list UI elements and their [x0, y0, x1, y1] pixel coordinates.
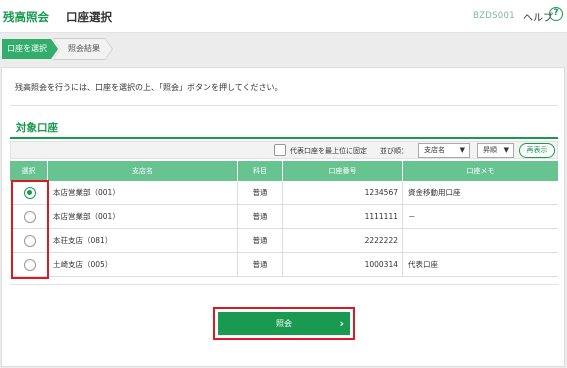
memo-cell: 代表口座	[408, 260, 438, 269]
app-header: 残高照会 口座選択 BZDS001 ヘルプ ?	[0, 0, 567, 33]
chevron-down-icon: ▼	[503, 146, 509, 154]
memo-cell: －	[408, 212, 416, 221]
number-cell: 1234567	[283, 181, 403, 204]
chevron-down-icon: ▼	[459, 146, 465, 154]
inquiry-button-label: 照会	[276, 319, 292, 328]
column-header-type: 科目	[238, 161, 283, 181]
redisplay-button[interactable]: 再表示	[519, 143, 555, 158]
type-cell: 普通	[238, 253, 283, 276]
column-header-select: 選択	[10, 161, 48, 181]
memo-cell	[403, 229, 558, 252]
column-header-memo: 口座メモ	[466, 167, 495, 175]
type-cell: 普通	[238, 205, 283, 228]
divider	[10, 284, 558, 285]
chevron-right-icon: ›	[339, 317, 344, 330]
radio-highlight-box	[11, 180, 49, 279]
section-title: 対象口座	[16, 122, 58, 134]
instruction-text: 残高照会を行うには、口座を選択の上、「照会」ボタンを押してください。	[15, 83, 283, 92]
branch-cell: 本店営業部（001）	[48, 181, 238, 204]
column-header-number: 口座番号	[283, 161, 403, 181]
branch-cell: 本荘支店（081）	[48, 229, 238, 252]
divider	[10, 105, 558, 106]
main-panel: 残高照会を行うには、口座を選択の上、「照会」ボタンを押してください。 対象口座 …	[1, 67, 565, 367]
sort-field-select[interactable]: 支店名 ▼	[418, 143, 470, 158]
table-row[interactable]: 本店営業部（001） 普通 1234567 資金移動用口座	[10, 181, 558, 205]
section-rule	[10, 137, 558, 139]
pin-representative-label: 代表口座を最上位に固定	[290, 147, 367, 155]
inquiry-button[interactable]: 照会 ›	[218, 312, 350, 335]
number-cell: 2222222	[283, 229, 403, 252]
sort-order-select[interactable]: 昇順 ▼	[477, 143, 514, 158]
page-title: 口座選択	[66, 10, 112, 24]
table-row[interactable]: 本荘支店（081） 普通 2222222	[10, 229, 558, 253]
branch-cell: 本店営業部（001）	[48, 205, 238, 228]
sort-order-value: 昇順	[483, 146, 497, 154]
step-select-account: 口座を選択	[2, 39, 58, 59]
type-cell: 普通	[238, 229, 283, 252]
help-icon[interactable]: ?	[549, 7, 563, 21]
column-header-branch: 支店名	[48, 161, 238, 181]
memo-cell: 資金移動用口座	[408, 188, 461, 197]
table-row[interactable]: 土崎支店（005） 普通 1000314 代表口座	[10, 253, 558, 277]
sort-label: 並び順：	[380, 147, 408, 155]
number-cell: 1000314	[283, 253, 403, 276]
table-row[interactable]: 本店営業部（001） 普通 1111111 －	[10, 205, 558, 229]
number-cell: 1111111	[283, 205, 403, 228]
sort-field-value: 支店名	[424, 146, 445, 154]
screen-id: BZDS001	[473, 11, 515, 21]
pin-representative-checkbox[interactable]	[274, 144, 286, 156]
brand-label: 残高照会	[3, 10, 49, 24]
table-header: 選択 支店名 科目 口座番号 口座メモ	[10, 161, 558, 181]
type-cell: 普通	[238, 181, 283, 204]
branch-cell: 土崎支店（005）	[48, 253, 238, 276]
step-inquiry-result: 照会結果	[54, 39, 112, 59]
table-toolbar: 代表口座を最上位に固定 並び順： 支店名 ▼ 昇順 ▼ 再表示	[10, 141, 558, 159]
